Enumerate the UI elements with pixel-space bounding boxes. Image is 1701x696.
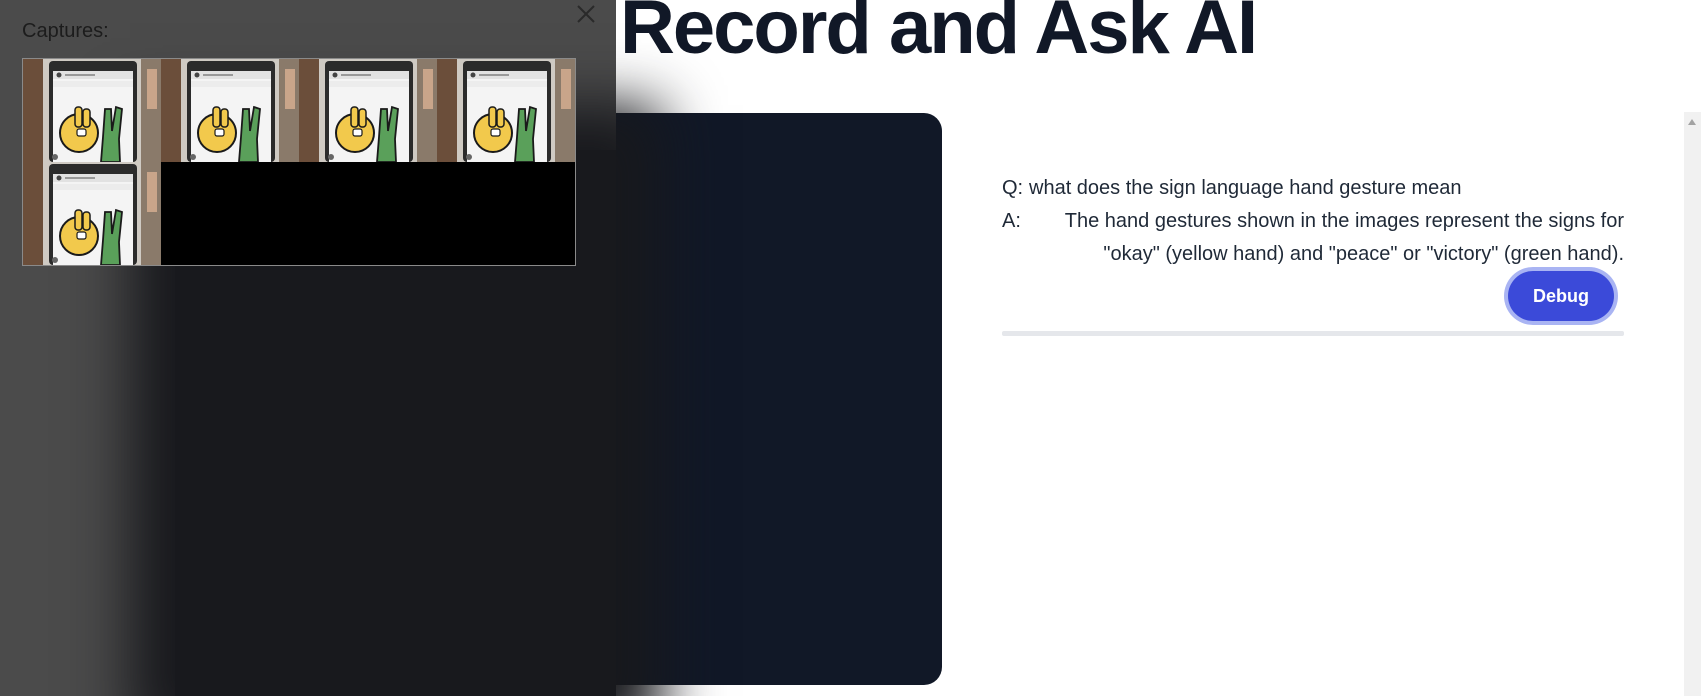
video-preview-panel — [560, 113, 942, 685]
answer-text-line-2: "okay" (yellow hand) and "peace" or "vic… — [1103, 243, 1624, 265]
capture-thumbnail[interactable] — [23, 59, 161, 162]
answer-text-line-1: The hand gestures shown in the images re… — [1064, 210, 1624, 232]
question-prefix: Q: — [1002, 177, 1024, 199]
capture-thumbnail[interactable] — [437, 59, 575, 162]
answer-line: A: The hand gestures shown in the images… — [1002, 205, 1624, 271]
page-title: Record and Ask AI — [620, 0, 1258, 70]
question-text: what does the sign language hand gesture… — [1029, 177, 1462, 199]
page-scrollbar[interactable] — [1684, 112, 1701, 696]
close-icon — [577, 5, 595, 23]
capture-image — [161, 59, 299, 162]
captures-grid — [22, 58, 576, 266]
captures-label: Captures: — [22, 20, 109, 42]
capture-thumbnail[interactable] — [161, 59, 299, 162]
capture-image — [23, 162, 161, 265]
close-drawer-button[interactable] — [572, 0, 600, 28]
answer-prefix: A: — [1002, 210, 1021, 232]
qa-divider — [1002, 331, 1624, 336]
captures-drawer: Captures: — [0, 0, 616, 696]
debug-button[interactable]: Debug — [1508, 271, 1614, 321]
capture-thumbnail[interactable] — [23, 162, 161, 265]
scroll-up-arrow-icon[interactable] — [1688, 119, 1696, 125]
qa-block: Q: what does the sign language hand gest… — [1002, 172, 1624, 271]
question-line: Q: what does the sign language hand gest… — [1002, 172, 1624, 205]
capture-image — [437, 59, 575, 162]
capture-thumbnail[interactable] — [299, 59, 437, 162]
capture-image — [23, 59, 161, 162]
answer-text: The hand gestures shown in the images re… — [1029, 205, 1624, 271]
capture-image — [299, 59, 437, 162]
